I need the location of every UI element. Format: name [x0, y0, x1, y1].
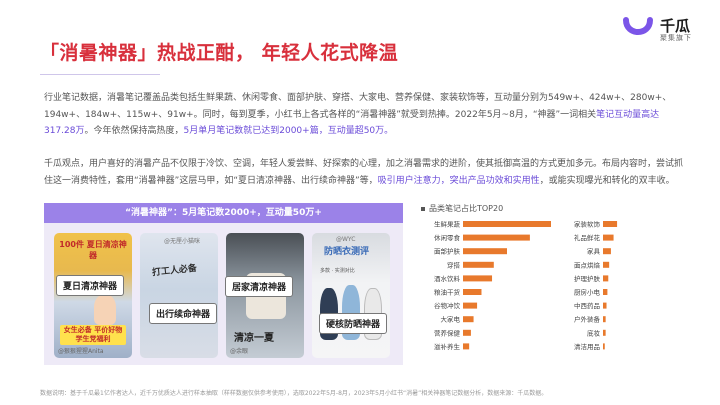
bar-label: 清洁用品	[574, 342, 600, 351]
bar-label: 中西药品	[574, 301, 600, 310]
note-photo	[94, 295, 116, 325]
category-share-bar-chart: 生鲜果蔬休闲零食面部护肤穿搭酒水饮料粮油干货谷物冲饮大家电营养保健滋补养生 家装…	[434, 220, 618, 351]
bar-column-left: 生鲜果蔬休闲零食面部护肤穿搭酒水饮料粮油干货谷物冲饮大家电营养保健滋补养生	[434, 220, 551, 351]
bar	[603, 261, 610, 268]
label-commute: 出行续命神器	[149, 303, 218, 324]
note-author: @余眼	[230, 348, 249, 355]
chart-title-text: 品类笔记占比TOP20	[429, 204, 504, 213]
note-card-commute: @无厘小猫咪 打工人必备	[140, 233, 218, 358]
bar-label: 厨房小电	[574, 288, 601, 297]
bar-label: 户外装备	[574, 315, 601, 324]
data-source-note: 数据说明：基于千瓜最1亿作者达人，近千万优质达人进行样本抽取（样样数据仅供参考使…	[40, 390, 548, 397]
logo-tagline: 聚集旗下	[660, 34, 692, 42]
paragraph2-highlight: 吸引用户注意力，突出产品功效和实用性	[377, 175, 540, 186]
qiangua-logo-icon	[623, 17, 653, 35]
bar-label: 谷物冲饮	[434, 301, 461, 310]
bar	[603, 221, 618, 227]
bar	[463, 234, 530, 241]
cool-gadget-note-panel: “消暑神器”：5月笔记数2000+，互动量50万+ 100件 夏日清凉神器 女生…	[44, 203, 403, 365]
slide: 「消暑神器」热战正酣， 年轻人花式降温 千瓜 聚集旗下 行业笔记数据，消暑笔记覆…	[0, 0, 720, 405]
paragraph-qiangua-view: 千瓜观点，用户喜好的消暑产品不仅限于冷饮、空调，年轻人爱尝鲜、好探索的心理，加之…	[44, 156, 684, 189]
bar	[603, 289, 608, 295]
note-subtext: 多款 · 实测对比	[320, 268, 355, 274]
paragraph1-text-a: 行业笔记数据，消暑笔记覆盖品类包括生鲜果蔬、休闲零食、面部护肤、穿搭、大家电、营…	[44, 93, 672, 120]
bar-label: 穿搭	[447, 260, 461, 269]
bar	[603, 234, 614, 241]
bar-label: 滋补养生	[434, 342, 461, 351]
note-watermark: @WYC	[336, 236, 356, 243]
bar-label: 营养保健	[434, 328, 461, 337]
bar-label: 家装软饰	[574, 220, 601, 229]
bar	[603, 302, 607, 309]
note-sticker-bottom: 女生必备 平价好物 学生党福利	[60, 325, 126, 345]
bar-label: 面点烘焙	[574, 260, 601, 269]
bar	[603, 275, 609, 282]
bar	[463, 316, 474, 323]
paragraph-industry-data: 行业笔记数据，消暑笔记覆盖品类包括生鲜果蔬、休闲零食、面部护肤、穿搭、大家电、营…	[44, 90, 684, 140]
label-summer-cool: 夏日清凉神器	[56, 275, 125, 296]
bar	[603, 343, 605, 350]
bar-label: 生鲜果蔬	[434, 220, 461, 229]
panel-header: “消暑神器”：5月笔记数2000+，互动量50万+	[44, 203, 403, 223]
note-body-text: 清凉一夏	[234, 333, 274, 344]
bar	[463, 329, 471, 336]
label-sunscreen: 硬核防晒神器	[319, 313, 388, 334]
bar-label: 酒水饮料	[434, 274, 461, 283]
brand-logo: 千瓜 聚集旗下	[620, 12, 710, 46]
bar	[463, 302, 478, 309]
bar	[463, 221, 551, 227]
bullet-icon	[421, 206, 425, 211]
label-home-cool: 居家清凉神器	[225, 276, 294, 297]
bar-label: 大家电	[441, 315, 461, 324]
bar	[463, 261, 494, 268]
bar-label: 家具	[587, 247, 601, 256]
note-body-text: 打工人必备	[151, 263, 198, 279]
bar-label: 礼品鲜花	[574, 233, 601, 242]
bar-label: 休闲零食	[434, 233, 461, 242]
page-title: 「消暑神器」热战正酣， 年轻人花式降温	[40, 42, 399, 64]
title-underline	[40, 74, 160, 75]
paragraph1-text-b: 。今年依然保持高热度，	[84, 126, 184, 136]
bar	[603, 248, 611, 255]
bar	[463, 275, 493, 282]
note-card-sunscreen: @WYC 防晒衣测评 多款 · 实测对比	[312, 233, 390, 358]
bar-label: 粮油干货	[434, 288, 461, 297]
bar-label: 护理护肤	[574, 274, 601, 283]
paragraph1-highlight-2: 5月单月笔记数就已达到2000+篇，互动量超50万。	[183, 126, 394, 136]
note-author: @狠狠猩猩Anita	[58, 348, 104, 355]
bar	[463, 343, 470, 350]
note-watermark: @无厘小猫咪	[164, 238, 201, 245]
note-sticker-top: 100件 夏日清凉神器	[59, 240, 127, 260]
chart-title: 品类笔记占比TOP20	[421, 203, 503, 214]
bar-column-right: 家装软饰礼品鲜花家具面点烘焙护理护肤厨房小电中西药品户外装备底妆清洁用品	[574, 220, 618, 351]
bar	[463, 248, 507, 255]
bar-label: 底妆	[587, 328, 601, 337]
paragraph2-text-b: ，或能实现曝光和转化的双丰收。	[539, 175, 675, 186]
bar	[603, 316, 606, 323]
note-body-text: 防晒衣测评	[324, 247, 370, 257]
bar	[463, 289, 482, 295]
bar-label: 面部护肤	[434, 247, 461, 256]
bar	[603, 329, 606, 336]
